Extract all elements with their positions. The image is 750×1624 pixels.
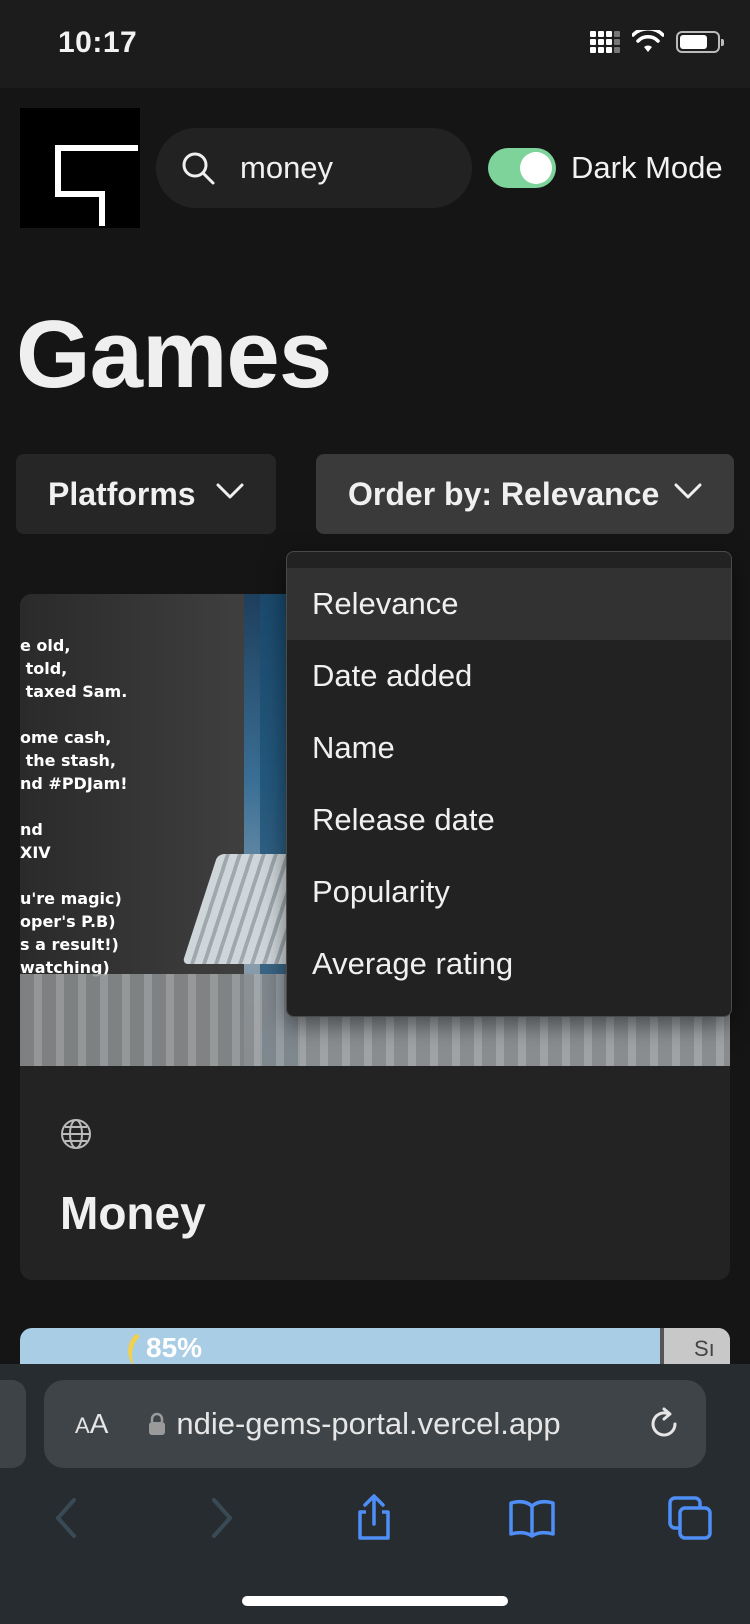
- tabs-icon[interactable]: [666, 1494, 714, 1542]
- game-title[interactable]: Money: [60, 1186, 206, 1240]
- lock-icon: [149, 1412, 166, 1435]
- dark-mode-label: Dark Mode: [571, 150, 723, 185]
- share-icon[interactable]: [350, 1494, 398, 1542]
- previous-tab-edge[interactable]: [0, 1380, 26, 1468]
- order-option-relevance[interactable]: Relevance: [287, 568, 731, 640]
- search-icon: [178, 148, 218, 188]
- bookmarks-icon[interactable]: [508, 1494, 556, 1542]
- banana-icon: [128, 1334, 140, 1366]
- order-by-label: Order by: Relevance: [348, 475, 660, 512]
- platforms-dropdown-button[interactable]: Platforms: [16, 454, 276, 534]
- reload-icon[interactable]: [646, 1406, 682, 1442]
- url-text[interactable]: ndie-gems-portal.vercel.app: [176, 1406, 636, 1442]
- card-image-text: 85%: [146, 1332, 203, 1363]
- order-by-menu: Relevance Date added Name Release date P…: [286, 551, 732, 1017]
- reader-settings-button[interactable]: AA: [75, 1408, 108, 1440]
- thumbnail-text: Sı: [694, 1336, 715, 1361]
- order-by-dropdown-button[interactable]: Order by: Relevance: [316, 454, 734, 534]
- order-option-release-date[interactable]: Release date: [287, 784, 731, 856]
- wifi-icon: [632, 30, 664, 52]
- status-bar: 10:17: [0, 0, 750, 88]
- status-icons: [590, 30, 724, 54]
- logo-mark-icon: [55, 145, 138, 226]
- forward-icon[interactable]: [196, 1494, 244, 1542]
- cellular-signal-icon: [590, 31, 620, 53]
- card-thumbnail: Sı: [660, 1328, 730, 1368]
- dark-mode-toggle[interactable]: [488, 148, 556, 188]
- back-icon[interactable]: [44, 1494, 92, 1542]
- status-time: 10:17: [58, 26, 138, 59]
- page-title: Games: [16, 301, 332, 408]
- battery-level: [680, 35, 707, 49]
- order-option-popularity[interactable]: Popularity: [287, 856, 731, 928]
- chevron-down-icon: [674, 483, 702, 499]
- page: 10:17 money Dark Mode Games Platforms Or…: [0, 0, 750, 1624]
- battery-icon: [676, 31, 724, 53]
- order-option-name[interactable]: Name: [287, 712, 731, 784]
- order-option-average-rating[interactable]: Average rating: [287, 928, 731, 1000]
- site-logo[interactable]: [20, 108, 140, 228]
- home-indicator[interactable]: [242, 1596, 508, 1606]
- address-bar[interactable]: AA ndie-gems-portal.vercel.app: [44, 1380, 706, 1468]
- globe-icon: [61, 1119, 91, 1149]
- platforms-label: Platforms: [48, 475, 196, 512]
- order-option-date-added[interactable]: Date added: [287, 640, 731, 712]
- chevron-down-icon: [216, 483, 244, 499]
- search-input[interactable]: money: [156, 128, 472, 208]
- toggle-knob: [520, 152, 552, 184]
- search-value[interactable]: money: [240, 150, 333, 186]
